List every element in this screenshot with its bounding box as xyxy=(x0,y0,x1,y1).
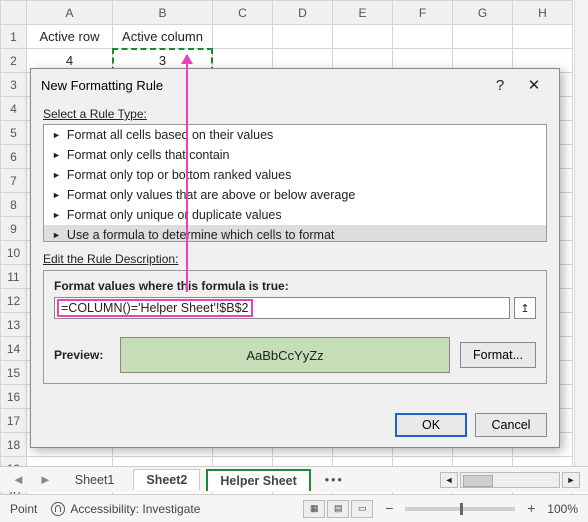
row-header[interactable]: 17 xyxy=(1,409,27,433)
vertical-scrollbar[interactable] xyxy=(574,0,588,467)
sheet-tab-sheet1[interactable]: Sheet1 xyxy=(62,469,128,490)
row-header[interactable]: 8 xyxy=(1,193,27,217)
tab-nav-prev-icon[interactable]: ◄ xyxy=(8,472,29,487)
col-header-E[interactable]: E xyxy=(333,1,393,25)
col-header-G[interactable]: G xyxy=(453,1,513,25)
col-header-A[interactable]: A xyxy=(27,1,113,25)
bullet-icon: ► xyxy=(52,150,61,160)
col-header-C[interactable]: C xyxy=(213,1,273,25)
select-rule-type-label: Select a Rule Type: xyxy=(43,107,547,121)
help-button[interactable]: ? xyxy=(483,71,517,99)
accessibility-status[interactable]: Accessibility: Investigate xyxy=(51,502,200,516)
row-header[interactable]: 15 xyxy=(1,361,27,385)
cell[interactable] xyxy=(213,25,273,49)
bullet-icon: ► xyxy=(52,130,61,140)
rule-type-label: Format only cells that contain xyxy=(67,148,230,162)
cell[interactable] xyxy=(333,25,393,49)
row-header[interactable]: 18 xyxy=(1,433,27,457)
row-header[interactable]: 4 xyxy=(1,97,27,121)
scroll-right-icon[interactable]: ► xyxy=(562,472,580,488)
status-bar: Point Accessibility: Investigate ▦ ▤ ▭ −… xyxy=(0,494,588,522)
close-button[interactable]: ✕ xyxy=(517,71,551,99)
rule-type-item[interactable]: ► Format only top or bottom ranked values xyxy=(44,165,546,185)
rule-type-list[interactable]: ►Format all cells based on their values … xyxy=(43,124,547,242)
cancel-button[interactable]: Cancel xyxy=(475,413,547,437)
formula-input[interactable]: =COLUMN()='Helper Sheet'!$B$2 xyxy=(54,297,510,319)
sheet-tab-helper-sheet[interactable]: Helper Sheet xyxy=(206,469,310,491)
horizontal-scrollbar[interactable]: ◄ ► xyxy=(358,472,580,488)
row-header[interactable]: 6 xyxy=(1,145,27,169)
rule-type-label: Format only top or bottom ranked values xyxy=(67,168,291,182)
bullet-icon: ► xyxy=(52,170,61,180)
rule-type-item[interactable]: ► Format only cells that contain xyxy=(44,145,546,165)
dialog-title: New Formatting Rule xyxy=(41,78,163,93)
zoom-level[interactable]: 100% xyxy=(547,502,578,516)
cell[interactable] xyxy=(393,25,453,49)
cell[interactable] xyxy=(453,25,513,49)
edit-rule-description-label: Edit the Rule Description: xyxy=(43,252,547,266)
row-header[interactable]: 5 xyxy=(1,121,27,145)
formula-label: Format values where this formula is true… xyxy=(54,279,536,293)
bullet-icon: ► xyxy=(52,190,61,200)
collapse-dialog-icon[interactable]: ↥ xyxy=(514,297,536,319)
col-header-H[interactable]: H xyxy=(513,1,573,25)
zoom-out-button[interactable]: − xyxy=(381,501,397,517)
new-formatting-rule-dialog: New Formatting Rule ? ✕ Select a Rule Ty… xyxy=(30,68,560,448)
rule-type-item[interactable]: ► Format all cells based on their values xyxy=(44,125,546,145)
cell-B1[interactable]: Active column xyxy=(113,25,213,49)
bullet-icon: ► xyxy=(52,210,61,220)
preview-label: Preview: xyxy=(54,348,110,362)
row-header[interactable]: 11 xyxy=(1,265,27,289)
scroll-left-icon[interactable]: ◄ xyxy=(440,472,458,488)
cell[interactable] xyxy=(513,25,573,49)
row-header[interactable]: 9 xyxy=(1,217,27,241)
view-normal-icon[interactable]: ▦ xyxy=(303,500,325,518)
row-header[interactable]: 10 xyxy=(1,241,27,265)
rule-type-item[interactable]: ► Format only values that are above or be… xyxy=(44,185,546,205)
sheet-tab-strip: ◄ ► Sheet1 Sheet2 Helper Sheet ••• ◄ ► xyxy=(0,466,588,492)
row-header[interactable]: 12 xyxy=(1,289,27,313)
rule-type-label: Use a formula to determine which cells t… xyxy=(67,228,334,242)
status-mode: Point xyxy=(10,502,37,516)
row-header[interactable]: 1 xyxy=(1,25,27,49)
row-header[interactable]: 3 xyxy=(1,73,27,97)
rule-type-label: Format only unique or duplicate values xyxy=(67,208,282,222)
preview-sample: AaBbCcYyZz xyxy=(120,337,450,373)
ok-button[interactable]: OK xyxy=(395,413,467,437)
dialog-titlebar[interactable]: New Formatting Rule ? ✕ xyxy=(31,69,559,101)
tab-nav-next-icon[interactable]: ► xyxy=(35,472,56,487)
sheet-tab-more-icon[interactable]: ••• xyxy=(317,473,352,487)
select-all-corner[interactable] xyxy=(1,1,27,25)
cell-A1[interactable]: Active row xyxy=(27,25,113,49)
row-header[interactable]: 13 xyxy=(1,313,27,337)
zoom-slider[interactable] xyxy=(405,507,515,511)
col-header-F[interactable]: F xyxy=(393,1,453,25)
view-page-layout-icon[interactable]: ▤ xyxy=(327,500,349,518)
format-button[interactable]: Format... xyxy=(460,342,536,368)
formula-highlight: =COLUMN()='Helper Sheet'!$B$2 xyxy=(57,299,253,317)
rule-type-item[interactable]: ► Format only unique or duplicate values xyxy=(44,205,546,225)
col-header-B[interactable]: B xyxy=(113,1,213,25)
view-page-break-icon[interactable]: ▭ xyxy=(351,500,373,518)
row-header[interactable]: 16 xyxy=(1,385,27,409)
rule-type-label: Format only values that are above or bel… xyxy=(67,188,355,202)
cell[interactable] xyxy=(273,25,333,49)
row-header[interactable]: 7 xyxy=(1,169,27,193)
rule-type-item-selected[interactable]: ► Use a formula to determine which cells … xyxy=(44,225,546,242)
sheet-tab-sheet2[interactable]: Sheet2 xyxy=(133,469,200,490)
row-header[interactable]: 14 xyxy=(1,337,27,361)
rule-description-panel: Format values where this formula is true… xyxy=(43,270,547,384)
row-header[interactable]: 2 xyxy=(1,49,27,73)
rule-type-label: Format all cells based on their values xyxy=(67,128,273,142)
zoom-in-button[interactable]: + xyxy=(523,501,539,517)
cell-B2-value: 3 xyxy=(159,53,166,68)
bullet-icon: ► xyxy=(52,230,61,240)
accessibility-label: Accessibility: Investigate xyxy=(70,502,200,516)
scroll-track[interactable] xyxy=(460,472,560,488)
accessibility-icon xyxy=(51,502,65,516)
col-header-D[interactable]: D xyxy=(273,1,333,25)
